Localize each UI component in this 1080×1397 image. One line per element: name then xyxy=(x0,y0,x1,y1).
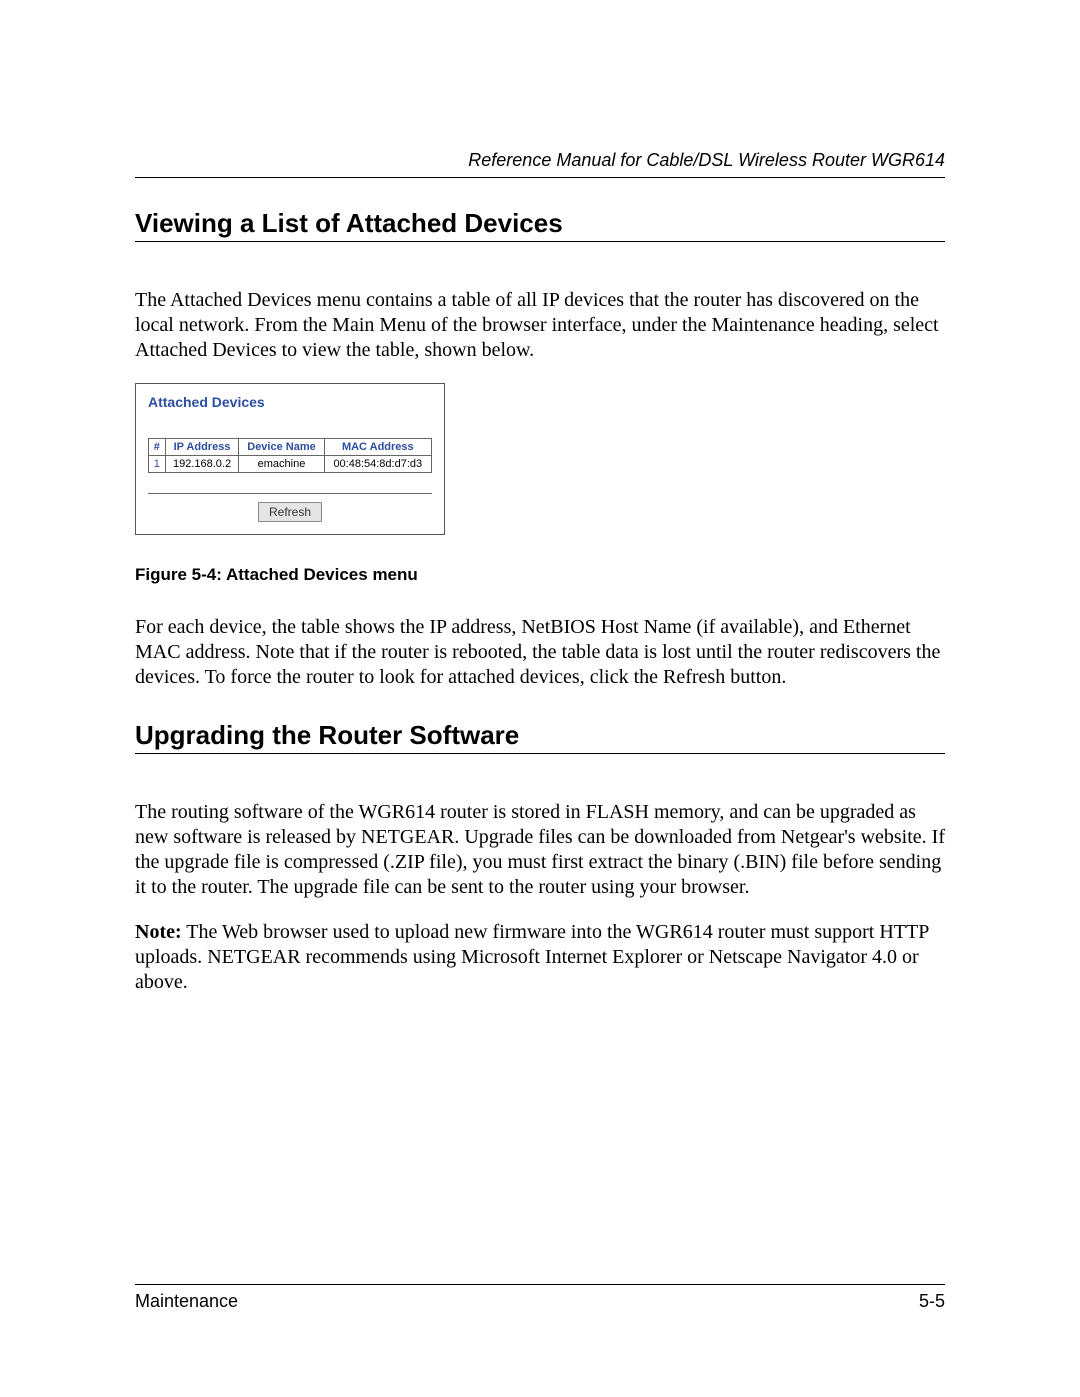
section-heading-attached-devices: Viewing a List of Attached Devices xyxy=(135,208,945,242)
panel-divider xyxy=(148,493,432,494)
doc-footer: Maintenance 5-5 xyxy=(135,1284,945,1312)
col-name: Device Name xyxy=(239,439,324,456)
para-upgrade-intro: The routing software of the WGR614 route… xyxy=(135,800,945,900)
cell-mac: 00:48:54:8d:d7:d3 xyxy=(324,456,431,473)
cell-name: emachine xyxy=(239,456,324,473)
col-mac: MAC Address xyxy=(324,439,431,456)
footer-right: 5-5 xyxy=(919,1291,945,1312)
note-label: Note: xyxy=(135,921,182,943)
refresh-button[interactable]: Refresh xyxy=(258,502,322,522)
note-body: The Web browser used to upload new firmw… xyxy=(135,921,929,993)
panel-title: Attached Devices xyxy=(148,394,432,410)
section-heading-upgrading: Upgrading the Router Software xyxy=(135,720,945,754)
cell-number: 1 xyxy=(149,456,166,473)
para-upgrade-note: Note: The Web browser used to upload new… xyxy=(135,920,945,995)
cell-ip: 192.168.0.2 xyxy=(165,456,239,473)
table-row: 1 192.168.0.2 emachine 00:48:54:8d:d7:d3 xyxy=(149,456,432,473)
col-ip: IP Address xyxy=(165,439,239,456)
col-number: # xyxy=(149,439,166,456)
figure-caption: Figure 5-4: Attached Devices menu xyxy=(135,565,945,585)
para-attached-devices-intro: The Attached Devices menu contains a tab… xyxy=(135,288,945,363)
footer-left: Maintenance xyxy=(135,1291,238,1312)
para-attached-devices-details: For each device, the table shows the IP … xyxy=(135,615,945,690)
doc-header: Reference Manual for Cable/DSL Wireless … xyxy=(135,150,945,178)
table-header-row: # IP Address Device Name MAC Address xyxy=(149,439,432,456)
devices-table: # IP Address Device Name MAC Address 1 1… xyxy=(148,438,432,473)
attached-devices-panel: Attached Devices # IP Address Device Nam… xyxy=(135,383,445,535)
